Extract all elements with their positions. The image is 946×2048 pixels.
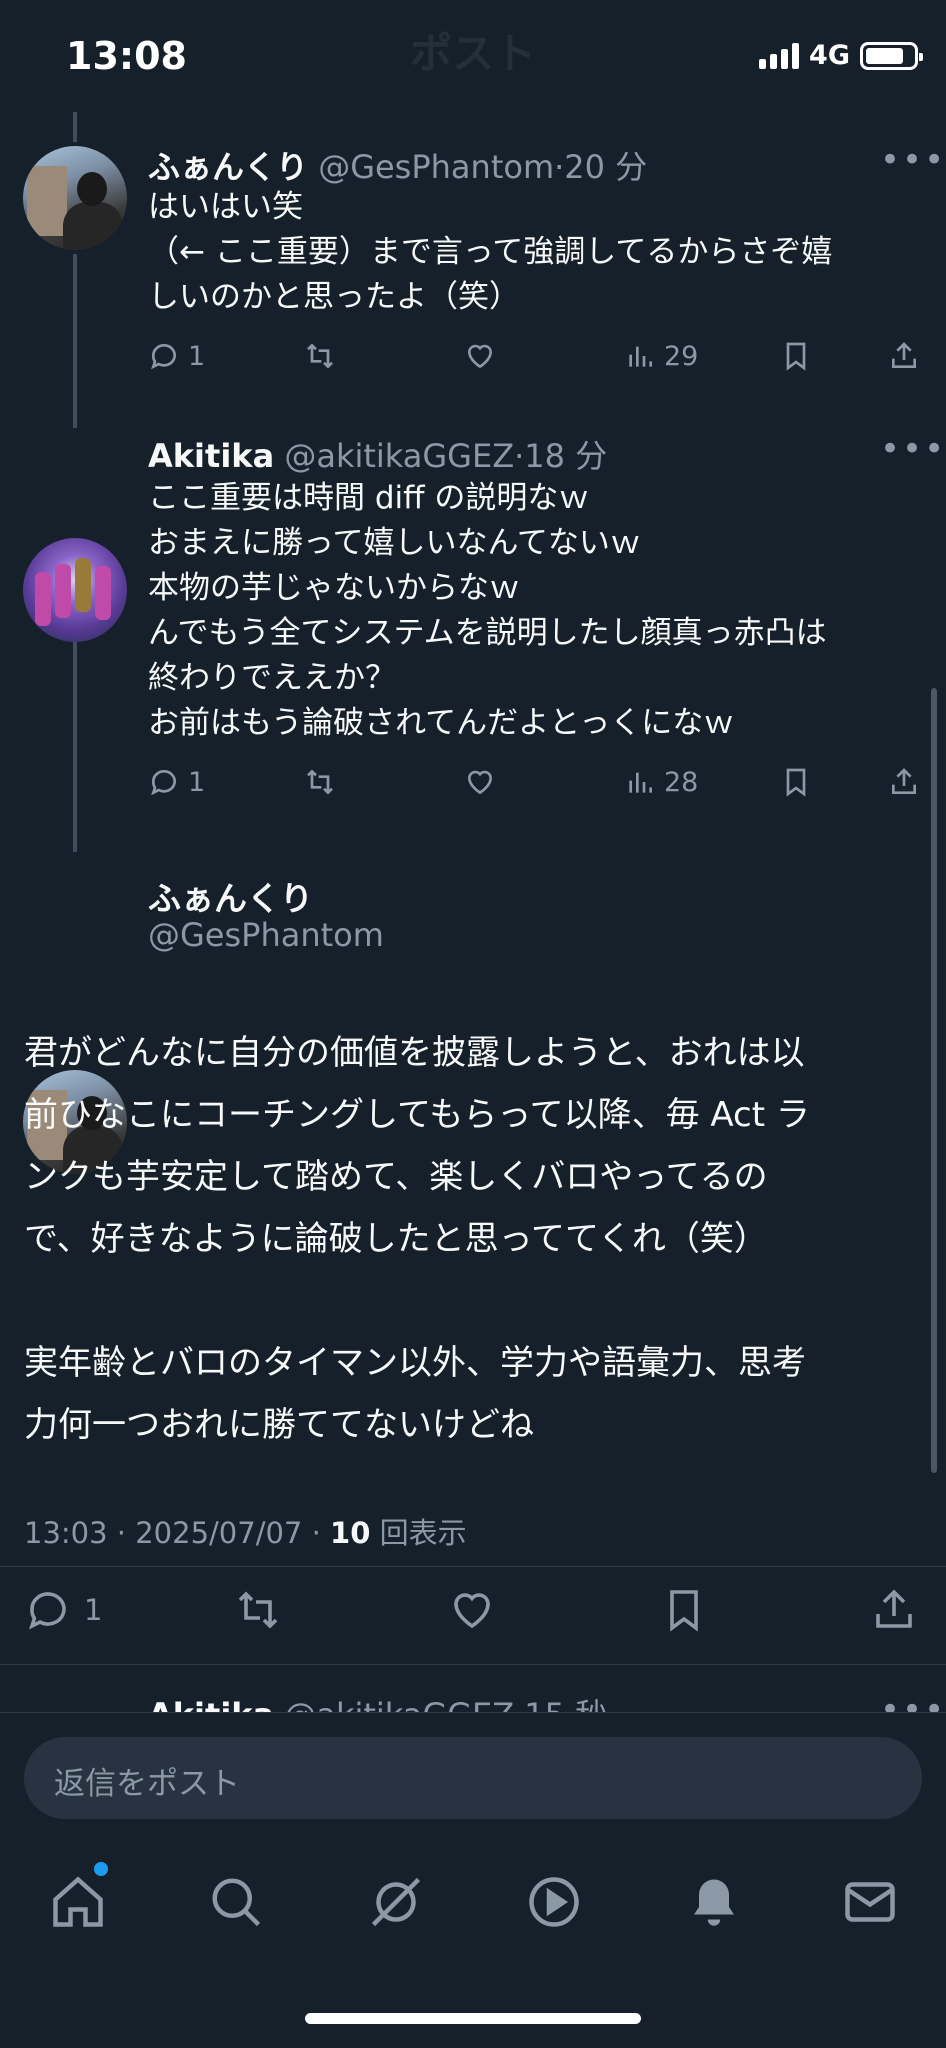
more-icon[interactable]: •••	[880, 429, 946, 469]
tweet-header: Akitika @akitikaGGEZ·18 分	[148, 437, 608, 475]
views-button[interactable]: 28	[624, 766, 698, 798]
share-icon	[892, 342, 916, 368]
repost-button[interactable]	[234, 1586, 282, 1634]
repost-icon	[238, 1591, 278, 1629]
home-icon[interactable]	[48, 1862, 108, 1932]
tweet-actions: 1 29	[0, 340, 946, 380]
status-indicators: 4G	[759, 40, 923, 71]
heart-icon	[454, 1593, 490, 1629]
home-indicator	[305, 2013, 641, 2024]
views-icon	[629, 346, 652, 367]
share-button[interactable]	[888, 340, 920, 372]
bookmark-icon	[670, 1590, 698, 1632]
search-icon[interactable]	[206, 1872, 266, 1932]
reply-icon	[151, 770, 176, 796]
tweet-meta: 13:03 · 2025/07/07 · 10 回表示	[24, 1516, 467, 1550]
focused-actions: 1	[0, 1586, 946, 1636]
repost-icon	[307, 343, 333, 369]
bookmark-button[interactable]	[660, 1586, 708, 1634]
tweet-text: はいはい笑 （← ここ重要）まで言って強調してるからさぞ嬉 しいのかと思ったよ（…	[148, 189, 833, 315]
video-icon[interactable]	[524, 1872, 584, 1932]
more-icon[interactable]: •••	[880, 140, 946, 180]
author-name[interactable]: ふぁんくり	[148, 148, 308, 186]
reply-icon	[29, 1592, 66, 1630]
reply-placeholder: 返信をポスト	[54, 1766, 240, 1802]
reply-button[interactable]: 1	[148, 340, 205, 372]
like-button[interactable]	[448, 1586, 496, 1634]
status-bar: 13:08 4G	[0, 0, 946, 110]
tweet-header: ふぁんくり @GesPhantom·20 分	[148, 148, 648, 186]
tweet-actions: 1 28	[0, 766, 946, 806]
share-icon	[892, 768, 916, 794]
heart-icon	[467, 344, 493, 369]
view-count: 10	[330, 1516, 371, 1550]
status-time: 13:08	[66, 34, 187, 78]
tweet-text: 君がどんなに自分の価値を披露しようと、おれは以 前ひなこにコーチングしてもらって…	[24, 1033, 810, 1445]
bookmark-button[interactable]	[780, 766, 812, 798]
author-handle[interactable]: @GesPhantom	[318, 148, 554, 186]
notification-dot	[94, 1862, 108, 1876]
bookmark-icon	[786, 768, 806, 797]
tweet-text: ここ重要は時間 diff の説明なｗ おまえに勝って嬉しいなんてないｗ 本物の芋…	[148, 480, 827, 741]
grok-icon[interactable]	[366, 1872, 426, 1932]
network-label: 4G	[809, 40, 850, 71]
reply-icon	[151, 344, 176, 370]
share-button[interactable]	[888, 766, 920, 798]
views-icon	[629, 772, 652, 793]
repost-icon	[307, 769, 333, 795]
scrollbar[interactable]	[931, 688, 937, 1473]
heart-icon	[467, 770, 493, 795]
reply-button[interactable]: 1	[24, 1586, 102, 1634]
avatar[interactable]	[23, 538, 127, 642]
reply-button[interactable]: 1	[148, 766, 205, 798]
author-name[interactable]: ふぁんくり	[148, 872, 313, 920]
author-handle[interactable]: @GesPhantom	[148, 916, 384, 954]
repost-button[interactable]	[304, 766, 336, 798]
tweet-time: 18 分	[524, 437, 608, 475]
author-name[interactable]: Akitika	[148, 437, 274, 475]
share-button[interactable]	[870, 1586, 918, 1634]
views-button[interactable]: 29	[624, 340, 698, 372]
notifications-icon[interactable]	[684, 1872, 744, 1932]
battery-icon	[860, 41, 923, 70]
tweet-time: 20 分	[564, 148, 648, 186]
avatar[interactable]	[23, 146, 127, 250]
tweet-timestamp: 13:03 · 2025/07/07 ·	[24, 1516, 331, 1550]
bookmark-button[interactable]	[780, 340, 812, 372]
repost-button[interactable]	[304, 340, 336, 372]
signal-icon	[759, 42, 800, 69]
messages-icon[interactable]	[840, 1872, 900, 1932]
share-icon	[876, 1589, 912, 1628]
author-handle[interactable]: @akitikaGGEZ	[284, 437, 514, 475]
like-button[interactable]	[464, 766, 496, 798]
like-button[interactable]	[464, 340, 496, 372]
thread-line	[73, 112, 77, 142]
bookmark-icon	[786, 342, 806, 371]
